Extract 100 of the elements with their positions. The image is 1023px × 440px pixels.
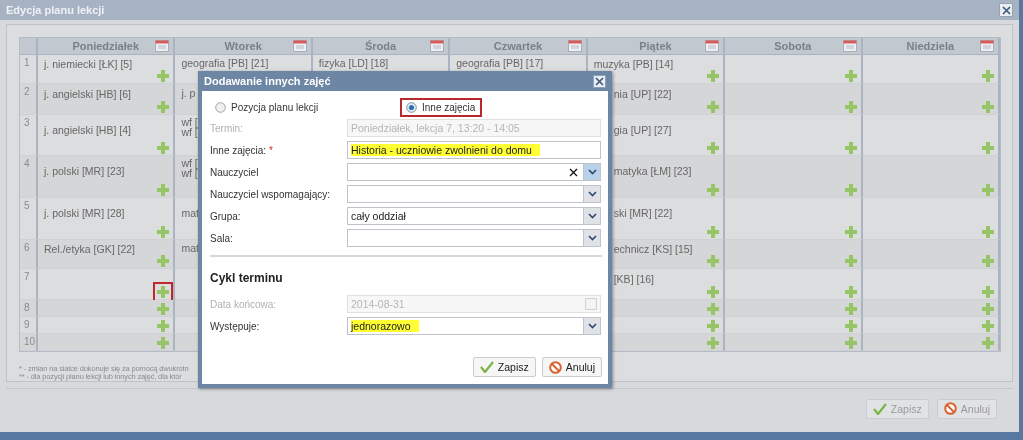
dialog-title: Dodawanie innych zajęć [204,75,331,87]
add-icon[interactable] [157,226,170,238]
calendar-icon[interactable] [567,40,582,52]
day-label: Poniedziałek [72,40,140,52]
lesson-text: j. p [181,88,196,98]
add-icon[interactable] [707,337,720,349]
required-mark: * [268,144,273,156]
add-icon[interactable] [844,320,857,332]
lesson-text: matyka [ŁM] [23] [613,166,692,176]
add-icon[interactable] [157,70,170,82]
save-button[interactable]: Zapisz [472,357,536,377]
field-label: Nauczyciel [210,166,260,178]
dropdown-button[interactable] [583,208,600,224]
add-icon[interactable] [982,142,994,154]
day-label: Środa [364,40,397,52]
field-label: Nauczyciel wspomagający: [210,188,332,200]
lesson-text: mat [181,243,199,253]
add-icon[interactable] [844,226,857,238]
lesson-text: echnicz [KS] [15] [613,243,693,254]
caret-icon [587,323,597,329]
close-icon [1001,5,1011,15]
lesson-text: nia [UP] [22] [613,88,672,99]
add-icon[interactable] [157,184,170,196]
add-icon[interactable] [707,320,720,332]
add-icon[interactable] [707,70,720,82]
dropdown-field[interactable] [347,163,601,181]
add-icon[interactable] [844,184,857,196]
day-label: Wtorek [224,40,262,52]
day-label: Sobota [774,40,812,52]
add-icon[interactable] [707,303,720,315]
calendar-icon[interactable] [292,40,307,52]
row-number: 8 [20,300,38,317]
input-field[interactable]: Historia - uczniowie zwolnieni do domu [347,141,601,159]
add-icon[interactable] [707,142,720,154]
add-icon[interactable] [157,142,170,154]
day-label: Niedziela [906,40,955,52]
add-icon[interactable] [982,337,994,349]
add-icon[interactable] [157,337,170,349]
dropdown-field[interactable] [347,229,601,247]
add-icon[interactable] [844,337,857,349]
check-icon [479,361,494,373]
add-icon[interactable] [844,286,857,298]
calendar-icon[interactable] [980,40,994,52]
dropdown-field[interactable]: jednorazowo [347,317,601,335]
add-icon[interactable] [707,286,720,298]
lesson-text: j. angielski [HB] [6] [44,88,131,99]
calendar-icon[interactable] [430,40,445,52]
add-icon[interactable] [844,303,857,315]
field-label: Termin: [210,122,244,134]
dropdown-field[interactable]: cały oddział [347,207,601,225]
lesson-text: geografia [PB] [17] [456,58,544,68]
add-icon[interactable] [157,101,170,113]
add-icon[interactable] [982,303,994,315]
add-icon[interactable] [982,184,994,196]
calendar-icon[interactable] [155,40,170,52]
radio-option[interactable]: Pozycja planu lekcji [210,98,400,116]
field-label: Sala: [210,232,234,244]
add-icon[interactable] [844,70,857,82]
dropdown-button[interactable] [583,230,600,246]
add-icon[interactable] [157,303,170,315]
add-icon[interactable] [157,320,170,332]
add-icon[interactable] [982,226,994,238]
add-icon[interactable] [982,70,994,82]
close-button[interactable] [999,3,1013,17]
window-title: Edycja planu lekcji [6,4,105,16]
add-icon[interactable] [844,255,857,267]
section-title: Cykl terminu [210,271,284,285]
lesson-text: j. polski [MR] [28] [44,208,125,218]
row-number: 2 [20,84,38,115]
lesson-text: j. polski [MR] [23] [44,166,125,176]
add-icon[interactable] [707,101,720,113]
close-button[interactable] [593,74,606,88]
calendar-icon[interactable] [842,40,857,52]
cancel-button[interactable]: Anuluj [541,357,602,377]
add-icon[interactable] [844,142,857,154]
field-label: Występuje: [210,320,261,332]
dropdown-button[interactable] [583,164,600,180]
field-label: Inne zajęcia: [210,144,267,156]
add-icon[interactable] [157,255,170,267]
calendar-icon[interactable] [585,298,597,310]
lesson-text: Rel./etyka [GK] [22] [44,243,136,254]
dropdown-button[interactable] [583,186,600,202]
add-icon[interactable] [982,320,994,332]
dropdown-field[interactable] [347,185,601,203]
add-icon[interactable] [982,101,994,113]
day-label: Piątek [639,40,672,52]
row-number: 4 [20,156,38,198]
add-icon[interactable] [707,226,720,238]
add-icon[interactable] [844,101,857,113]
add-icon[interactable] [707,255,720,267]
add-icon[interactable] [982,286,994,298]
dropdown-button[interactable] [583,318,600,334]
clear-icon[interactable] [569,167,578,177]
row-number: 6 [20,240,38,269]
cancel-icon [548,360,562,374]
radio-option[interactable]: Inne zajęcia [400,97,483,117]
lesson-text: wf [ [181,158,198,168]
add-icon[interactable] [982,255,994,267]
add-icon[interactable] [707,184,720,196]
calendar-icon[interactable] [705,40,720,52]
